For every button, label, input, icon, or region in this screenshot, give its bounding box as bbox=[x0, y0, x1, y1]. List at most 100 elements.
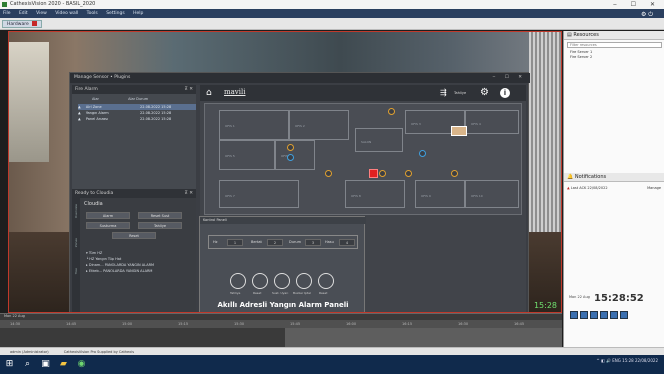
panel-evacuate-button[interactable] bbox=[230, 273, 246, 289]
zone-value[interactable]: 1 bbox=[227, 239, 243, 246]
smoke-detector-icon[interactable] bbox=[405, 170, 412, 177]
start-icon[interactable]: ⊞ bbox=[4, 359, 15, 370]
timeline-tick: 14:30 bbox=[10, 322, 21, 326]
vtab-overview[interactable]: Overview bbox=[74, 204, 78, 218]
panel-silence-button[interactable] bbox=[274, 273, 290, 289]
warning-icon: ▲ bbox=[78, 105, 81, 109]
smoke-detector-icon[interactable] bbox=[325, 170, 332, 177]
alarms-title: Fire Alarm bbox=[75, 87, 98, 92]
timeline-label: Mon 22 Aug bbox=[4, 314, 25, 318]
menu-edit[interactable]: Edit bbox=[19, 11, 28, 16]
room-label: OFIS 4 bbox=[471, 122, 481, 126]
susturma-button[interactable]: Susturma bbox=[86, 222, 130, 229]
window-controls[interactable]: ‒ ☐ ✕ bbox=[613, 0, 661, 9]
menu-help[interactable]: Help bbox=[133, 11, 143, 16]
room-label: OFIS 3 bbox=[411, 122, 421, 126]
step-back-button[interactable] bbox=[580, 311, 588, 319]
system-tray[interactable]: ^ ◧ 🔊 ENG 15:28 22/08/2022 bbox=[596, 358, 658, 363]
panel-button-label: Reset bbox=[319, 291, 328, 295]
step-forward-button[interactable] bbox=[610, 311, 618, 319]
tab-hardware[interactable]: Hardware bbox=[2, 20, 42, 28]
plugin-title: Manage Sensor • Plugins bbox=[74, 75, 131, 80]
panel-buzzer-button[interactable] bbox=[296, 273, 312, 289]
timeline-ruler[interactable]: 14:30 14:45 15:00 15:15 15:30 15:45 16:0… bbox=[0, 320, 562, 328]
timeline-tick: 16:15 bbox=[402, 322, 413, 326]
tree-item[interactable]: ▸ Etkeb... PANOLARDA YANGIN ALARM bbox=[86, 268, 194, 274]
reset-button[interactable]: Reset bbox=[112, 232, 156, 239]
resource-item[interactable]: Fire Server 2 bbox=[570, 55, 660, 60]
alarm-name: Yangın Alarm bbox=[85, 111, 109, 115]
gear-icon[interactable]: ⚙ bbox=[480, 87, 489, 98]
plugin-window: Manage Sensor • Plugins ‒ ☐ ✕ Fire Alarm… bbox=[69, 72, 530, 312]
pin-icon[interactable]: ⊼ ✕ bbox=[185, 85, 194, 94]
timeline[interactable]: Mon 22 Aug 14:30 14:45 15:00 15:15 15:30… bbox=[0, 313, 562, 348]
alarm-control-panel: Kontrol Paneli Hz 1 Bertat 2 Durum 3 Has… bbox=[199, 216, 366, 312]
tahliye-button[interactable]: Tahliye bbox=[138, 222, 182, 229]
alarm-row[interactable]: ▲ Panel Arızası 22.08.2022 15:28 bbox=[78, 116, 196, 122]
camera-time: 15:28 bbox=[533, 301, 557, 310]
toolbar: Hardware bbox=[0, 18, 664, 30]
clock-date: Mon 22 Aug bbox=[569, 295, 590, 299]
folder-icon: ▤ bbox=[567, 32, 572, 38]
room-label: OFIS 1 bbox=[225, 124, 235, 128]
evacuation-label: Tahliye bbox=[454, 91, 467, 95]
timeline-tick: 15:00 bbox=[122, 322, 133, 326]
home-icon[interactable]: ⌂ bbox=[206, 88, 216, 98]
panel-title: Akıllı Adresli Yangın Alarm Paneli bbox=[217, 301, 349, 309]
timeline-tick: 15:45 bbox=[290, 322, 301, 326]
zone-value[interactable]: 3 bbox=[305, 239, 321, 246]
menu-tools[interactable]: Tools bbox=[87, 11, 98, 16]
panel-button-label: Reset bbox=[253, 291, 262, 295]
plugin-window-controls[interactable]: ‒ ☐ ✕ bbox=[492, 73, 526, 83]
panel-button-label: Buzzer Iptal bbox=[293, 291, 311, 295]
resource-search-input[interactable]: Filter resources bbox=[567, 42, 662, 48]
pin-icon[interactable]: ⊼ ✕ bbox=[185, 189, 194, 198]
play-button[interactable] bbox=[590, 311, 598, 319]
alarm-button[interactable]: Alarm bbox=[86, 212, 130, 219]
room-label: OFIS 5 bbox=[225, 154, 235, 158]
user-status: admin (Administrator) bbox=[10, 350, 49, 354]
selected-device-icon[interactable] bbox=[451, 126, 467, 136]
menu-file[interactable]: File bbox=[3, 11, 11, 16]
app-taskbar-icon[interactable]: ◉ bbox=[76, 359, 87, 370]
smoke-detector-icon[interactable] bbox=[379, 170, 386, 177]
task-view-icon[interactable]: ▣ bbox=[40, 359, 51, 370]
timeline-tick: 16:45 bbox=[514, 322, 525, 326]
smoke-detector-icon[interactable] bbox=[451, 170, 458, 177]
search-icon[interactable]: ⌕ bbox=[22, 359, 33, 370]
alarm-table-header: Alar Alar Durum bbox=[92, 97, 196, 103]
reset-sust-button[interactable]: Reset Sust bbox=[138, 212, 182, 219]
file-explorer-icon[interactable]: ▰ bbox=[58, 359, 69, 370]
right-sidebar: ▤ Resources Filter resources Fire Server… bbox=[563, 31, 664, 355]
zone-value[interactable]: 4 bbox=[339, 239, 355, 246]
floor-plan[interactable]: OFIS 1 OFIS 2 OFIS 3 OFIS 4 OFIS 5 SALON… bbox=[204, 103, 522, 215]
notification-row[interactable]: ▲ Last ACK 22/08/2022 Manage bbox=[567, 185, 663, 192]
timeline-selection[interactable] bbox=[285, 328, 562, 348]
panel-reset-button[interactable] bbox=[252, 273, 268, 289]
alarm-name: Panel Arızası bbox=[85, 117, 108, 121]
panel-button-label: Tahliye bbox=[230, 291, 241, 295]
heat-detector-icon[interactable] bbox=[287, 154, 294, 161]
close-tab-icon[interactable] bbox=[31, 21, 37, 26]
rewind-button[interactable] bbox=[570, 311, 578, 319]
zone-value[interactable]: 2 bbox=[267, 239, 283, 246]
alarm-col-status: Alar Durum bbox=[128, 97, 149, 101]
info-icon[interactable]: i bbox=[500, 88, 510, 98]
vtab-tree[interactable]: Tree bbox=[74, 268, 78, 274]
menu-view[interactable]: View bbox=[36, 11, 47, 16]
clock-time: 15:28:52 bbox=[594, 293, 644, 304]
fast-forward-button[interactable] bbox=[620, 311, 628, 319]
active-alarm-detector-icon[interactable] bbox=[369, 169, 378, 178]
heat-detector-icon[interactable] bbox=[419, 150, 426, 157]
vtab-zones[interactable]: Zones bbox=[74, 238, 78, 247]
evacuation-icon[interactable]: ⇶ bbox=[440, 88, 447, 97]
panel-reset2-button[interactable] bbox=[318, 273, 334, 289]
menu-video-wall[interactable]: Video wall bbox=[55, 11, 78, 16]
camera-view[interactable]: 15:28:52 22/08 15:28 Manage Sensor • Plu… bbox=[8, 31, 562, 313]
zone-label: Hasu bbox=[325, 240, 334, 244]
smoke-detector-icon[interactable] bbox=[287, 144, 294, 151]
room-label: OFIS 7 bbox=[225, 194, 235, 198]
menu-settings[interactable]: Settings bbox=[106, 11, 124, 16]
pause-button[interactable] bbox=[600, 311, 608, 319]
smoke-detector-icon[interactable] bbox=[388, 108, 395, 115]
